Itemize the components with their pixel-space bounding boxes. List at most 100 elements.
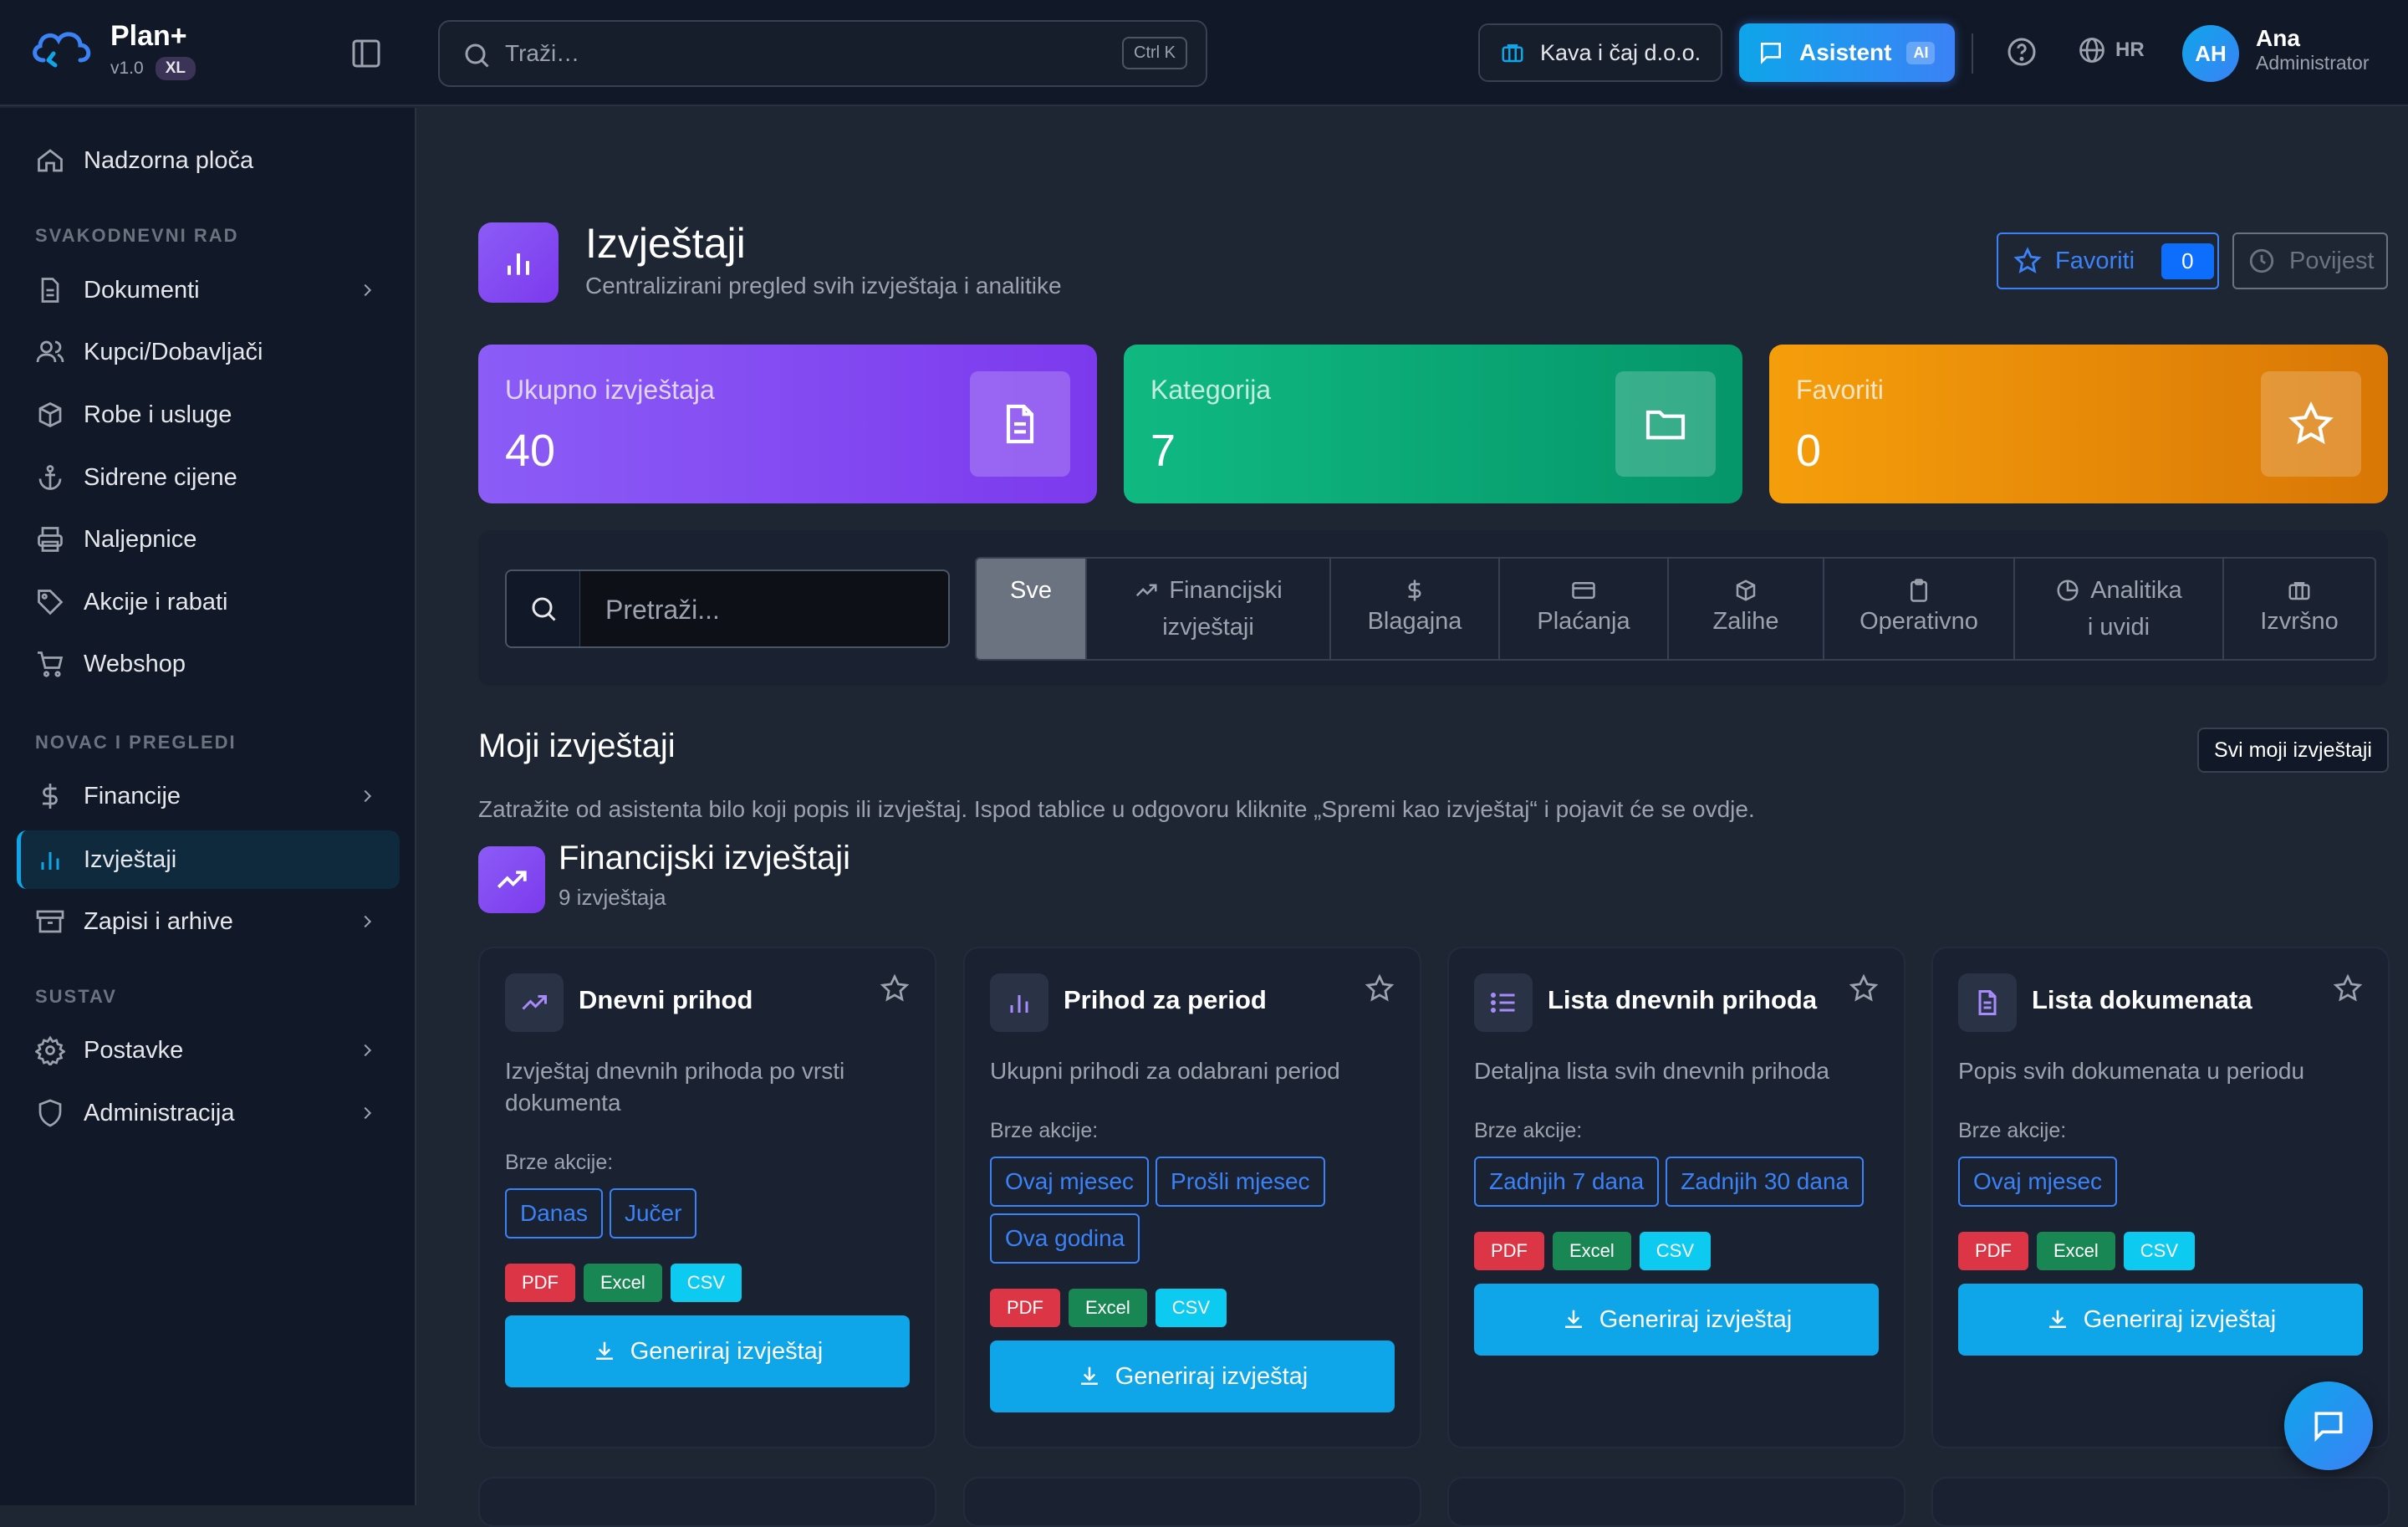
- sidebar-item-label: Izvještaji: [84, 845, 177, 873]
- format-pdf-button[interactable]: PDF: [505, 1264, 575, 1302]
- star-icon: [2261, 371, 2361, 477]
- home-icon: [38, 149, 63, 172]
- sidebar-toggle-icon[interactable]: [349, 37, 383, 70]
- favorites-button[interactable]: Favoriti 0: [1997, 232, 2219, 289]
- list-icon: [1474, 973, 1533, 1032]
- trend-icon: [505, 973, 564, 1032]
- report-card-partial: [1931, 1477, 2390, 1527]
- stat-value: 40: [505, 426, 556, 476]
- quick-actions-label: Brze akcije:: [1474, 1119, 1583, 1142]
- report-card: Dnevni prihod Izvještaj dnevnih prihoda …: [478, 947, 936, 1448]
- tab-label-line2: i uvidi: [2087, 614, 2150, 641]
- sidebar-item-admin[interactable]: Administracija: [17, 1084, 400, 1142]
- tab-stock[interactable]: Zalihe: [1669, 559, 1824, 659]
- sidebar-item-webshop[interactable]: Webshop: [17, 635, 400, 693]
- report-search-input[interactable]: Pretraži...: [505, 569, 950, 648]
- nav-section-title: SVAKODNEVNI RAD: [35, 225, 239, 246]
- sidebar-item-archives[interactable]: Zapisi i arhive: [17, 892, 400, 951]
- quick-action-button[interactable]: Zadnjih 30 dana: [1666, 1157, 1865, 1207]
- sidebar-item-settings[interactable]: Postavke: [17, 1021, 400, 1080]
- download-icon: [1080, 1366, 1098, 1385]
- company-selector[interactable]: Kava i čaj d.o.o.: [1478, 23, 1722, 82]
- format-csv-button[interactable]: CSV: [1155, 1289, 1227, 1327]
- generate-report-button[interactable]: Generiraj izvještaj: [1958, 1284, 2363, 1356]
- cart-icon: [38, 651, 64, 677]
- report-card: Lista dokumenata Popis svih dokumenata u…: [1931, 947, 2390, 1448]
- document-icon: [41, 278, 59, 303]
- sidebar-item-promotions[interactable]: Akcije i rabati: [17, 573, 400, 631]
- report-card-partial: [1447, 1477, 1905, 1527]
- chat-fab-button[interactable]: [2284, 1381, 2373, 1470]
- history-button[interactable]: Povijest: [2232, 232, 2388, 289]
- archive-icon: [36, 910, 64, 933]
- star-icon[interactable]: [1849, 973, 1879, 1004]
- sidebar-item-finance[interactable]: Financije: [17, 767, 400, 825]
- quick-action-button[interactable]: Jučer: [609, 1188, 697, 1238]
- tab-operational[interactable]: Operativno: [1824, 559, 2015, 659]
- report-search-placeholder: Pretraži...: [605, 595, 720, 625]
- star-icon[interactable]: [1365, 973, 1395, 1004]
- quick-action-button[interactable]: Ovaj mjesec: [990, 1157, 1150, 1207]
- quick-action-button[interactable]: Danas: [505, 1188, 603, 1238]
- quick-action-button[interactable]: Zadnjih 7 dana: [1474, 1157, 1660, 1207]
- sidebar-item-reports[interactable]: Izvještaji: [17, 830, 400, 889]
- category-tabs: Sve Financijski izvještaji Blagajna Plać…: [975, 557, 2376, 661]
- generate-report-button[interactable]: Generiraj izvještaj: [990, 1341, 1395, 1412]
- folder-icon: [1615, 371, 1716, 477]
- sidebar-item-dashboard[interactable]: Nadzorna ploča: [17, 131, 400, 190]
- format-excel-button[interactable]: Excel: [1553, 1232, 1631, 1270]
- format-pdf-button[interactable]: PDF: [1958, 1232, 2028, 1270]
- all-my-reports-button[interactable]: Svi moji izvještaji: [2197, 728, 2389, 773]
- quick-actions-label: Brze akcije:: [990, 1119, 1099, 1142]
- format-excel-button[interactable]: Excel: [1069, 1289, 1147, 1327]
- tab-all[interactable]: Sve: [977, 559, 1087, 659]
- tab-payments[interactable]: Plaćanja: [1500, 559, 1669, 659]
- generate-report-button[interactable]: Generiraj izvještaj: [505, 1315, 910, 1387]
- tab-cash[interactable]: Blagajna: [1331, 559, 1500, 659]
- tab-financial[interactable]: Financijski izvještaji: [1087, 559, 1331, 659]
- tab-analytics[interactable]: Analitika i uvidi: [2015, 559, 2224, 659]
- star-icon[interactable]: [880, 973, 910, 1004]
- tab-executive[interactable]: Izvršno: [2224, 559, 2375, 659]
- generate-report-button[interactable]: Generiraj izvještaj: [1474, 1284, 1879, 1356]
- stat-value: 0: [1796, 426, 1822, 476]
- format-csv-button[interactable]: CSV: [670, 1264, 742, 1302]
- report-description: Detaljna lista svih dnevnih prihoda: [1474, 1058, 1829, 1084]
- document-icon: [970, 371, 1070, 477]
- format-excel-button[interactable]: Excel: [2037, 1232, 2115, 1270]
- globe-icon: [2079, 38, 2104, 63]
- assistant-button[interactable]: Asistent AI: [1739, 23, 1955, 82]
- format-pdf-button[interactable]: PDF: [990, 1289, 1060, 1327]
- tab-label: Plaćanja: [1537, 608, 1630, 635]
- box-icon: [1736, 580, 1756, 601]
- quick-action-button[interactable]: Ovaj mjesec: [1958, 1157, 2118, 1207]
- sidebar-item-customers[interactable]: Kupci/Dobavljači: [17, 323, 400, 381]
- sidebar-item-anchor-prices[interactable]: Sidrene cijene: [17, 448, 400, 507]
- format-excel-button[interactable]: Excel: [584, 1264, 662, 1302]
- language-selector[interactable]: HR: [2077, 35, 2145, 65]
- sidebar-item-labels[interactable]: Naljepnice: [17, 510, 400, 569]
- sidebar-item-documents[interactable]: Dokumenti: [17, 261, 400, 319]
- sidebar-item-goods[interactable]: Robe i usluge: [17, 386, 400, 444]
- sidebar-item-label: Sidrene cijene: [84, 463, 237, 491]
- page-title: Izvještaji: [585, 220, 746, 267]
- app-logo[interactable]: Plan+ v1.0 XL: [28, 20, 196, 80]
- search-placeholder: Traži…: [505, 40, 580, 66]
- tab-label: Financijski: [1169, 577, 1283, 604]
- tag-icon: [38, 590, 64, 615]
- briefcase-icon: [1502, 44, 1523, 63]
- help-icon[interactable]: [2005, 35, 2038, 69]
- generate-label: Generiraj izvještaj: [1599, 1305, 1793, 1333]
- star-icon[interactable]: [2333, 973, 2363, 1004]
- quick-action-button[interactable]: Ova godina: [990, 1213, 1140, 1264]
- avatar[interactable]: AH: [2182, 25, 2239, 82]
- report-description: Ukupni prihodi za odabrani period: [990, 1058, 1340, 1084]
- format-pdf-button[interactable]: PDF: [1474, 1232, 1544, 1270]
- quick-action-button[interactable]: Prošli mjesec: [1156, 1157, 1325, 1207]
- global-search[interactable]: Traži… Ctrl K: [438, 20, 1207, 87]
- sidebar-item-label: Zapisi i arhive: [84, 907, 233, 935]
- header-divider: [1972, 33, 1973, 74]
- format-csv-button[interactable]: CSV: [2123, 1232, 2196, 1270]
- box-icon: [38, 401, 62, 428]
- format-csv-button[interactable]: CSV: [1639, 1232, 1712, 1270]
